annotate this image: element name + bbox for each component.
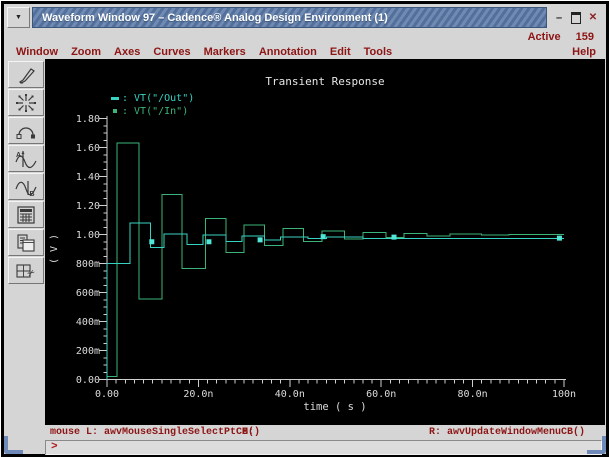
datapoint-marker-out[interactable]: [556, 235, 562, 241]
plot-axes: [99, 116, 566, 387]
calculator-icon: [17, 205, 35, 224]
maximize-button[interactable]: [569, 11, 583, 25]
mouse-left-binding: mouse L: awvMouseSingleSelectPtCB(): [50, 427, 261, 438]
x-axis-label: time ( s ): [303, 401, 366, 413]
x-tick-label: 100n: [552, 389, 576, 400]
datapoint-marker-out[interactable]: [149, 239, 155, 245]
probe-pen-icon: [19, 67, 35, 84]
active-count: 159: [575, 31, 594, 43]
y-tick-label: 400m: [76, 317, 100, 328]
resize-corner-bottom-right[interactable]: [587, 436, 606, 454]
probe-pen-button[interactable]: [8, 61, 44, 88]
chevron-down-icon: ▼: [15, 14, 22, 21]
wave-marker-b-button[interactable]: B: [8, 173, 44, 200]
arc-endpoints-icon: [16, 126, 35, 139]
application-window: ▼ Waveform Window 97 – Cadence® Analog D…: [1, 1, 609, 457]
copy-graph-button[interactable]: [8, 229, 44, 256]
zoom-star-icon: [16, 93, 36, 112]
snip-graph-button[interactable]: ✂: [8, 257, 44, 284]
menu-item-edit[interactable]: Edit: [330, 46, 351, 58]
y-tick-label: 1.20: [76, 201, 100, 212]
plot-title: Transient Response: [265, 75, 384, 88]
menu-item-axes[interactable]: Axes: [114, 46, 140, 58]
y-tick-label: 1.40: [76, 172, 100, 183]
legend-label-out: : VT("/Out"): [122, 93, 194, 104]
datapoint-marker-out[interactable]: [206, 239, 212, 245]
menu-item-help[interactable]: Help: [572, 46, 596, 58]
menu-item-annotation[interactable]: Annotation: [259, 46, 317, 58]
plot-canvas[interactable]: 0.00 200m 400m 600m 800m 1.00 1.20 1.40 1.60 1.80…: [45, 59, 605, 425]
datapoint-marker-out[interactable]: [391, 234, 397, 240]
command-prompt[interactable]: >: [45, 440, 602, 455]
x-tick-label: 60.0n: [366, 389, 396, 400]
y-tick-label: 600m: [76, 288, 100, 299]
x-tick-label: 40.0n: [275, 389, 305, 400]
minimize-button[interactable]: –: [552, 11, 566, 25]
y-tick-label: 200m: [76, 346, 100, 357]
titlebar-row: ▼ Waveform Window 97 – Cadence® Analog D…: [7, 7, 603, 28]
svg-text:A: A: [16, 152, 21, 159]
mouse-middle-binding: M:: [242, 427, 255, 438]
x-tick-label: 0.00: [95, 389, 119, 400]
zoom-star-button[interactable]: [8, 89, 44, 116]
window-menu-button[interactable]: ▼: [7, 7, 30, 28]
menu-item-zoom[interactable]: Zoom: [71, 46, 101, 58]
y-tick-label: 800m: [76, 259, 100, 270]
wave-marker-a-icon: A: [15, 150, 37, 168]
datapoint-marker-out[interactable]: [320, 234, 326, 240]
window-controls: – ✕: [547, 7, 603, 28]
arc-endpoints-button[interactable]: [8, 117, 44, 144]
menu-item-markers[interactable]: Markers: [204, 46, 246, 58]
y-tick-label: 1.00: [76, 230, 100, 241]
titlebar[interactable]: Waveform Window 97 – Cadence® Analog Des…: [32, 7, 547, 28]
legend-marker-out: [111, 97, 119, 100]
datapoint-marker-out[interactable]: [257, 237, 263, 243]
svg-text:✂: ✂: [26, 267, 38, 280]
trace-in[interactable]: [107, 142, 564, 378]
x-tick-label: 80.0n: [458, 389, 488, 400]
calculator-button[interactable]: [8, 201, 44, 228]
minimize-icon: –: [555, 11, 563, 24]
active-label: Active: [527, 31, 561, 43]
y-axis-label: ( V ): [49, 234, 60, 264]
y-tick-label: 1.80: [76, 114, 100, 125]
mouse-right-binding: R: awvUpdateWindowMenuCB(): [429, 427, 586, 438]
legend-marker-in: [113, 109, 117, 113]
y-tick-label: 0.00: [76, 375, 100, 386]
copy-graph-icon: [17, 233, 35, 252]
close-icon: ✕: [588, 12, 598, 23]
legend-label-in: : VT("/In"): [122, 106, 188, 117]
snip-graph-icon: ✂: [16, 263, 38, 280]
menu-item-tools[interactable]: Tools: [364, 46, 393, 58]
window-title: Waveform Window 97 – Cadence® Analog Des…: [42, 11, 388, 24]
trace-out[interactable]: [106, 222, 565, 380]
menu-item-window[interactable]: Window: [16, 46, 58, 58]
wave-marker-b-icon: B: [15, 180, 37, 197]
wave-marker-a-button[interactable]: A: [8, 145, 44, 172]
svg-text:B: B: [30, 191, 35, 197]
y-tick-label: 1.60: [76, 143, 100, 154]
maximize-icon: [571, 11, 581, 24]
active-status-row: Active 159: [528, 31, 594, 43]
mouse-bindings-statusbar: mouse L: awvMouseSingleSelectPtCB() M: R…: [45, 425, 603, 440]
prompt-chevron: >: [51, 441, 58, 453]
menu-item-curves[interactable]: Curves: [153, 46, 190, 58]
toolbar: A B ✂: [7, 61, 45, 451]
close-button[interactable]: ✕: [586, 11, 600, 25]
menubar: Window Zoom Axes Curves Markers Annotation Edi…: [16, 44, 596, 59]
resize-corner-bottom-left[interactable]: [4, 436, 23, 454]
x-tick-label: 20.0n: [183, 389, 213, 400]
